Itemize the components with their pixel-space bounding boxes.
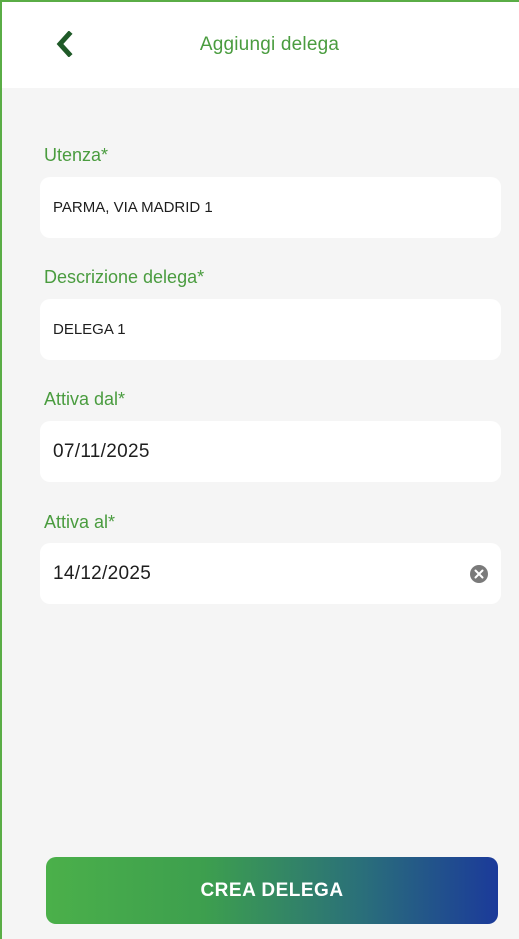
utenza-label: Utenza* xyxy=(44,145,109,165)
header-bar: Aggiungi delega xyxy=(2,2,519,88)
descrizione-value: DELEGA 1 xyxy=(53,321,126,338)
descrizione-field[interactable]: DELEGA 1 xyxy=(40,299,501,360)
descrizione-label: Descrizione delega* xyxy=(44,267,205,287)
attiva-al-field[interactable]: 14/12/2025 xyxy=(40,543,501,604)
attiva-al-label: Attiva al* xyxy=(44,512,116,532)
utenza-field[interactable]: PARMA, VIA MADRID 1 xyxy=(40,177,501,238)
back-button[interactable] xyxy=(44,24,84,64)
attiva-dal-value: 07/11/2025 xyxy=(53,440,150,462)
clear-circle-icon[interactable] xyxy=(469,564,489,584)
create-delega-label: CREA DELEGA xyxy=(200,879,344,901)
attiva-dal-field[interactable]: 07/11/2025 xyxy=(40,421,501,482)
attiva-al-value: 14/12/2025 xyxy=(53,562,152,584)
utenza-value: PARMA, VIA MADRID 1 xyxy=(53,199,213,216)
chevron-left-icon xyxy=(56,31,73,57)
screen: Aggiungi delega Utenza* PARMA, VIA MADRI… xyxy=(0,0,519,939)
attiva-dal-label: Attiva dal* xyxy=(44,389,126,409)
create-delega-button[interactable]: CREA DELEGA xyxy=(46,857,498,924)
